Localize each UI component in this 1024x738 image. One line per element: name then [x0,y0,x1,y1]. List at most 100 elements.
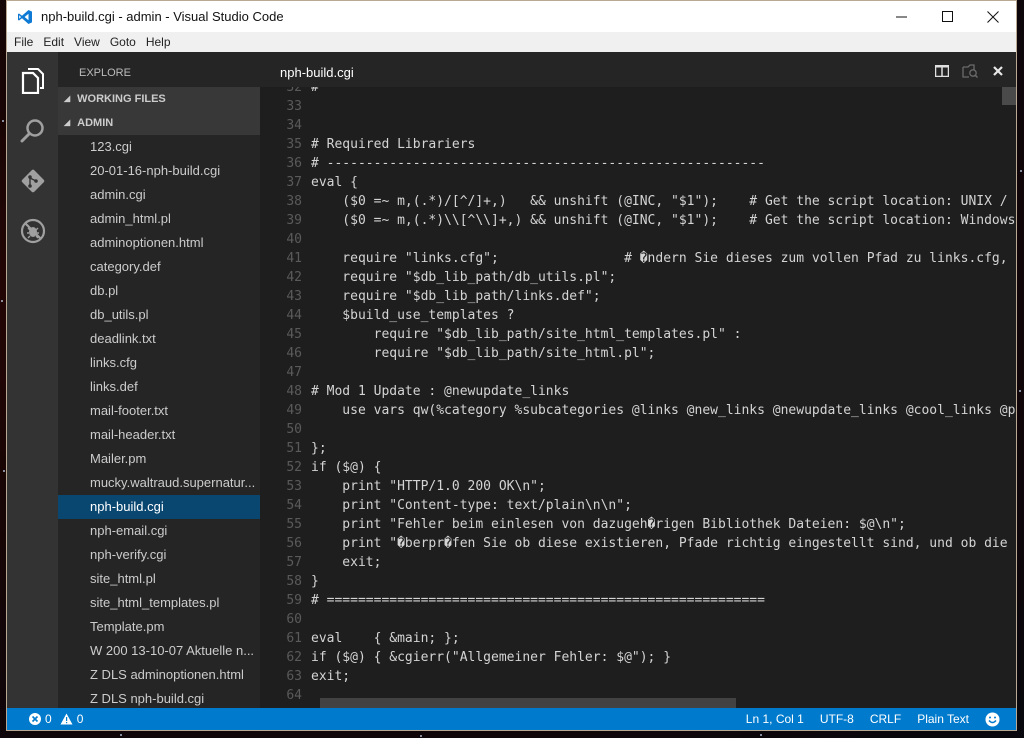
file-item[interactable]: db_utils.pl [58,303,260,327]
file-item[interactable]: W 200 13-10-07 Aktuelle n... [58,639,260,663]
file-item[interactable]: 20-01-16-nph-build.cgi [58,159,260,183]
line-number: 58 [286,574,302,589]
file-item[interactable]: db.pl [58,279,260,303]
smiley-icon[interactable] [985,712,1000,727]
file-item[interactable]: site_html_templates.pl [58,591,260,615]
warning-icon [60,713,73,725]
code-line: 56 print "�berpr�fen Sie ob diese existi… [260,534,1016,553]
line-text: # ======================================… [311,593,765,608]
file-item[interactable]: nph-build.cgi [58,495,260,519]
line-text: if ($@) { [311,460,382,475]
file-item[interactable]: category.def [58,255,260,279]
line-text: ($0 =~ m,(.*)\\[^\\]+,) && unshift (@INC… [311,213,1016,228]
file-item[interactable]: mail-header.txt [58,423,260,447]
file-item[interactable]: site_html.pl [58,567,260,591]
search-button[interactable] [7,106,58,156]
line-text: eval { [311,175,358,190]
file-item[interactable]: links.cfg [58,351,260,375]
error-icon [29,713,41,725]
line-number: 61 [286,631,302,646]
folder-header[interactable]: ◢ ADMIN [58,111,260,135]
line-text: # Mod 1 Update : @newupdate_links [311,384,570,399]
menu-edit[interactable]: Edit [38,35,69,49]
maximize-button[interactable] [924,1,970,32]
vertical-scrollbar-thumb[interactable] [1002,87,1016,105]
menu-view[interactable]: View [69,35,105,49]
close-window-button[interactable] [970,1,1016,32]
language-mode-selector[interactable]: Plain Text [917,712,969,726]
debug-button[interactable] [7,206,58,256]
close-icon [993,66,1003,76]
file-item[interactable]: Z DLS adminoptionen.html [58,663,260,687]
line-number: 36 [286,156,302,171]
file-item[interactable]: admin.cgi [58,183,260,207]
desktop-star [1,300,3,302]
file-item[interactable]: adminoptionen.html [58,231,260,255]
menu-file[interactable]: File [9,35,38,49]
line-number: 44 [286,308,302,323]
menu-help[interactable]: Help [141,35,176,49]
code-line: 55 print "Fehler beim einlesen von dazug… [260,515,1016,534]
activity-bar [7,52,58,708]
maximize-icon [941,11,953,22]
encoding-selector[interactable]: UTF-8 [820,712,854,726]
file-item[interactable]: nph-email.cgi [58,519,260,543]
file-item[interactable]: nph-verify.cgi [58,543,260,567]
line-text: print "HTTP/1.0 200 OK\n"; [311,479,546,494]
file-item[interactable]: links.def [58,375,260,399]
cursor-position[interactable]: Ln 1, Col 1 [746,712,804,726]
line-number: 50 [286,422,302,437]
line-number: 57 [286,555,302,570]
line-number: 54 [286,498,302,513]
line-number: 34 [286,118,302,133]
code-line: 32 # [260,87,1016,97]
warning-count: 0 [76,712,84,726]
file-item[interactable]: 123.cgi [58,135,260,159]
line-number: 41 [286,251,302,266]
line-number: 51 [286,441,302,456]
desktop-star [420,735,422,737]
line-number: 43 [286,289,302,304]
code-line: 49 use vars qw(%category %subcategories … [260,401,1016,420]
problems-indicator[interactable]: 0 0 [7,712,83,726]
code-lines: 32 #33 34 35 # Required Librariers 36 # ------… [260,87,1016,708]
working-files-header[interactable]: ◢ WORKING FILES [58,87,260,111]
desktop-star [1020,170,1022,172]
file-item[interactable]: mail-footer.txt [58,399,260,423]
code-line: 47 [260,363,1016,382]
code-line: 54 print "Content-type: text/plain\n\n"; [260,496,1016,515]
error-count: 0 [45,712,52,726]
horizontal-scrollbar-thumb[interactable] [320,698,736,708]
file-item[interactable]: Mailer.pm [58,447,260,471]
minimize-button[interactable] [878,1,924,32]
line-number: 39 [286,213,302,228]
line-number: 33 [286,99,302,114]
code-line: 43 require "$db_lib_path/links.def"; [260,287,1016,306]
split-editor-button[interactable] [934,63,950,79]
line-number: 64 [286,688,302,703]
explorer-button[interactable] [7,56,58,106]
line-text: # [311,87,319,95]
file-item[interactable]: admin_html.pl [58,207,260,231]
open-changes-button[interactable] [962,63,978,79]
git-button[interactable] [7,156,58,206]
code-line: 44 $build_use_templates ? [260,306,1016,325]
line-text: require "$db_lib_path/site_html.pl"; [311,346,656,361]
file-item[interactable]: deadlink.txt [58,327,260,351]
line-number: 53 [286,479,302,494]
line-text: exit; [311,669,351,684]
line-number: 35 [286,137,302,152]
close-editor-button[interactable] [990,63,1006,79]
code-line: 37 eval { [260,173,1016,192]
file-item[interactable]: mucky.waltraud.supernatur... [58,471,260,495]
line-text: $build_use_templates ? [311,308,515,323]
split-editor-icon [935,65,949,77]
code-editor[interactable]: 32 #33 34 35 # Required Librariers 36 # ------… [260,87,1016,708]
line-text: print "Content-type: text/plain\n\n"; [311,498,632,513]
line-text: if ($@) { &cgierr("Allgemeiner Fehler: $… [311,650,672,665]
file-item[interactable]: Template.pm [58,615,260,639]
line-number: 60 [286,612,302,627]
eol-selector[interactable]: CRLF [870,712,901,726]
line-number: 56 [286,536,302,551]
menu-goto[interactable]: Goto [105,35,141,49]
